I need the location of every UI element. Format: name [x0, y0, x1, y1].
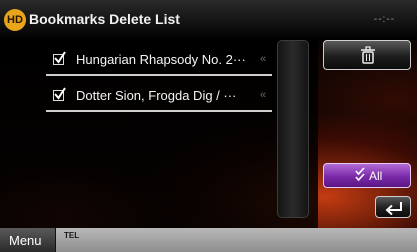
tel-status-indicator: TEL: [64, 231, 80, 240]
hd-radio-logo: HD: [4, 9, 26, 31]
bottom-status-bar: [0, 228, 417, 252]
delete-button[interactable]: [323, 40, 411, 70]
list-scrollbar[interactable]: [277, 40, 309, 218]
list-item-label: Hungarian Rhapsody No. 2···: [76, 52, 246, 67]
clock-display: --:--: [373, 14, 395, 25]
select-all-label: All: [369, 169, 383, 183]
list-item[interactable]: Dotter Sion, Frogda Dig / ··· «: [46, 80, 272, 112]
scroll-text-arrow-icon[interactable]: «: [260, 89, 266, 101]
trash-icon: [361, 46, 375, 64]
list-item[interactable]: Hungarian Rhapsody No. 2··· «: [46, 44, 272, 76]
back-button[interactable]: [375, 196, 411, 218]
menu-button-label: Menu: [9, 233, 42, 248]
list-item-label: Dotter Sion, Frogda Dig / ···: [76, 88, 237, 103]
screen-background: HD Bookmarks Delete List --:-- Hungarian…: [0, 0, 417, 252]
checkbox-icon[interactable]: [53, 87, 66, 101]
scroll-text-arrow-icon[interactable]: «: [260, 53, 266, 65]
header-bar: HD Bookmarks Delete List --:--: [0, 0, 417, 40]
page-title: Bookmarks Delete List: [29, 11, 180, 27]
checkbox-icon[interactable]: [53, 51, 66, 65]
menu-button[interactable]: Menu: [0, 228, 56, 252]
multi-check-icon: [355, 167, 365, 182]
select-all-button[interactable]: All: [323, 163, 411, 188]
return-arrow-icon: [385, 202, 402, 216]
